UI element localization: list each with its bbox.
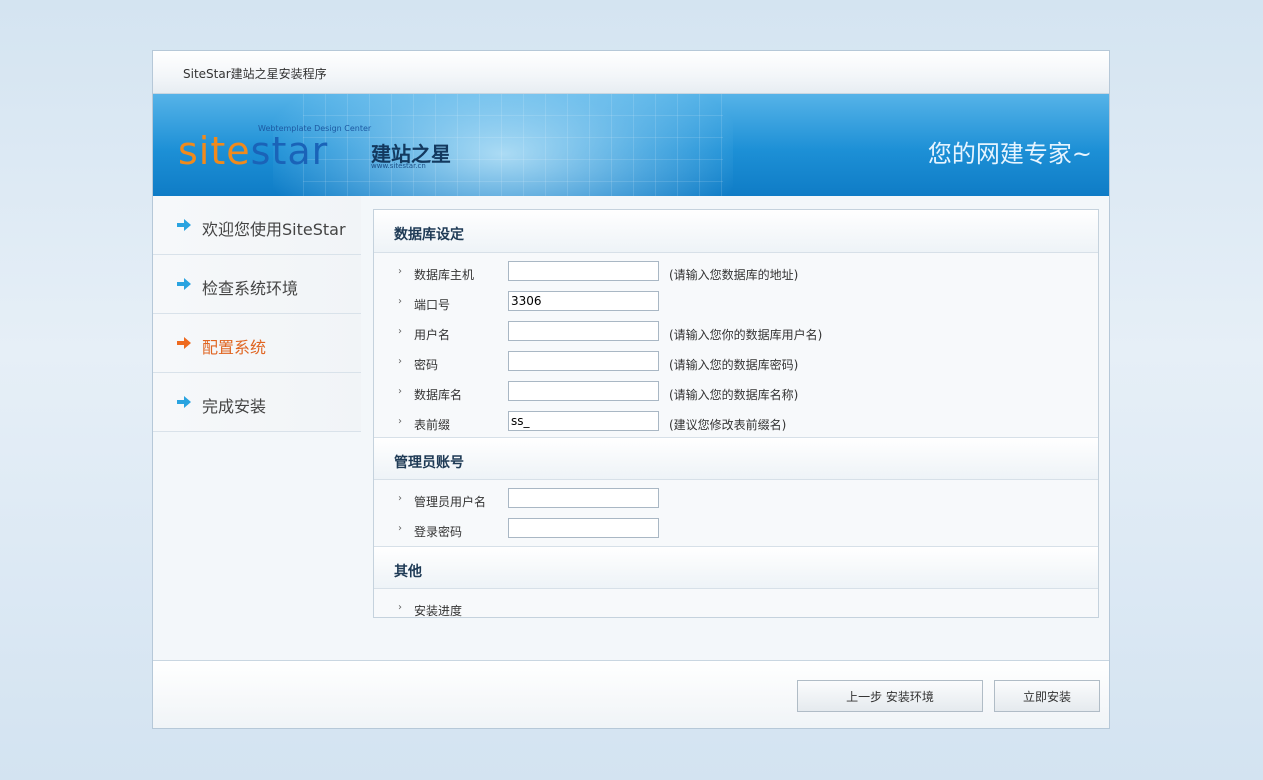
field-row: › 数据库主机 (请输入您数据库的地址)	[374, 257, 1098, 287]
field-row: › 数据库名 (请输入您的数据库名称)	[374, 377, 1098, 407]
field-hint: (建议您修改表前缀名)	[669, 418, 787, 432]
title-bar: SiteStar建站之星安装程序	[153, 51, 1109, 94]
arrow-right-icon	[177, 278, 191, 290]
field-label: 表前缀	[414, 418, 451, 432]
step-label: 完成安装	[202, 397, 267, 416]
admin-password-input[interactable]	[508, 518, 659, 538]
field-label: 端口号	[414, 298, 451, 312]
field-row: › 安装进度	[374, 593, 1098, 623]
config-panel: 数据库设定 › 数据库主机 (请输入您数据库的地址) › 端口号 › 用户名 (…	[373, 209, 1099, 618]
admin-username-input[interactable]	[508, 488, 659, 508]
field-label: 数据库名	[414, 388, 463, 402]
chevron-right-icon: ›	[398, 386, 402, 397]
logo-text-star: star	[250, 129, 329, 173]
field-label: 数据库主机	[414, 268, 475, 282]
field-row: › 登录密码	[374, 514, 1098, 544]
slogan: 您的网建专家~	[927, 140, 1092, 168]
field-row: › 表前缀 (建议您修改表前缀名)	[374, 407, 1098, 437]
section-title: 管理员账号	[394, 455, 464, 471]
field-label: 管理员用户名	[414, 495, 487, 509]
chevron-right-icon: ›	[398, 493, 402, 504]
step-sidebar: 欢迎您使用SiteStar 检查系统环境 配置系统 完成安装	[153, 196, 361, 661]
step-configure-system[interactable]: 配置系统	[153, 314, 361, 373]
field-row: › 端口号	[374, 287, 1098, 317]
db-password-input[interactable]	[508, 351, 659, 371]
field-row: › 密码 (请输入您的数据库密码)	[374, 347, 1098, 377]
arrow-right-icon	[177, 337, 191, 349]
field-label: 用户名	[414, 328, 451, 342]
window-title: SiteStar建站之星安装程序	[183, 67, 327, 81]
field-label: 密码	[414, 358, 439, 372]
db-port-input[interactable]	[508, 291, 659, 311]
chevron-right-icon: ›	[398, 416, 402, 427]
step-check-environment[interactable]: 检查系统环境	[153, 255, 361, 314]
chevron-right-icon: ›	[398, 296, 402, 307]
admin-fields: › 管理员用户名 › 登录密码	[374, 480, 1098, 544]
header-banner: Webtemplate Design Center sitestar 建站之星 …	[153, 94, 1109, 196]
section-title: 数据库设定	[394, 227, 464, 243]
other-fields: › 安装进度	[374, 589, 1098, 623]
chevron-right-icon: ›	[398, 602, 402, 613]
step-label: 配置系统	[202, 338, 267, 357]
db-username-input[interactable]	[508, 321, 659, 341]
chevron-right-icon: ›	[398, 266, 402, 277]
field-label: 登录密码	[414, 525, 463, 539]
table-prefix-input[interactable]	[508, 411, 659, 431]
db-name-input[interactable]	[508, 381, 659, 401]
field-hint: (请输入您你的数据库用户名)	[669, 328, 823, 342]
chevron-right-icon: ›	[398, 326, 402, 337]
chevron-right-icon: ›	[398, 523, 402, 534]
logo-text-site: site	[178, 129, 251, 173]
field-row: › 用户名 (请输入您你的数据库用户名)	[374, 317, 1098, 347]
field-hint: (请输入您的数据库名称)	[669, 388, 799, 402]
admin-section-header: 管理员账号	[374, 437, 1098, 480]
install-progress-label: 安装进度	[414, 604, 463, 618]
step-welcome[interactable]: 欢迎您使用SiteStar	[153, 196, 361, 255]
install-now-button[interactable]: 立即安装	[994, 680, 1100, 712]
step-label: 检查系统环境	[202, 279, 299, 298]
db-section-header: 数据库设定	[374, 210, 1098, 253]
footer-bar: 上一步 安装环境 立即安装	[153, 660, 1109, 728]
other-section-header: 其他	[374, 546, 1098, 589]
section-title: 其他	[394, 564, 422, 580]
previous-step-button[interactable]: 上一步 安装环境	[797, 680, 983, 712]
field-row: › 管理员用户名	[374, 484, 1098, 514]
db-fields: › 数据库主机 (请输入您数据库的地址) › 端口号 › 用户名 (请输入您你的…	[374, 253, 1098, 437]
step-finish[interactable]: 完成安装	[153, 373, 361, 432]
installer-window: SiteStar建站之星安装程序 Webtemplate Design Cent…	[152, 50, 1110, 729]
arrow-right-icon	[177, 396, 191, 408]
field-hint: (请输入您的数据库密码)	[669, 358, 799, 372]
chevron-right-icon: ›	[398, 356, 402, 367]
logo-url: www.sitestar.cn	[371, 162, 426, 170]
db-host-input[interactable]	[508, 261, 659, 281]
field-hint: (请输入您数据库的地址)	[669, 268, 799, 282]
step-label: 欢迎您使用SiteStar	[202, 220, 346, 239]
arrow-right-icon	[177, 219, 191, 231]
